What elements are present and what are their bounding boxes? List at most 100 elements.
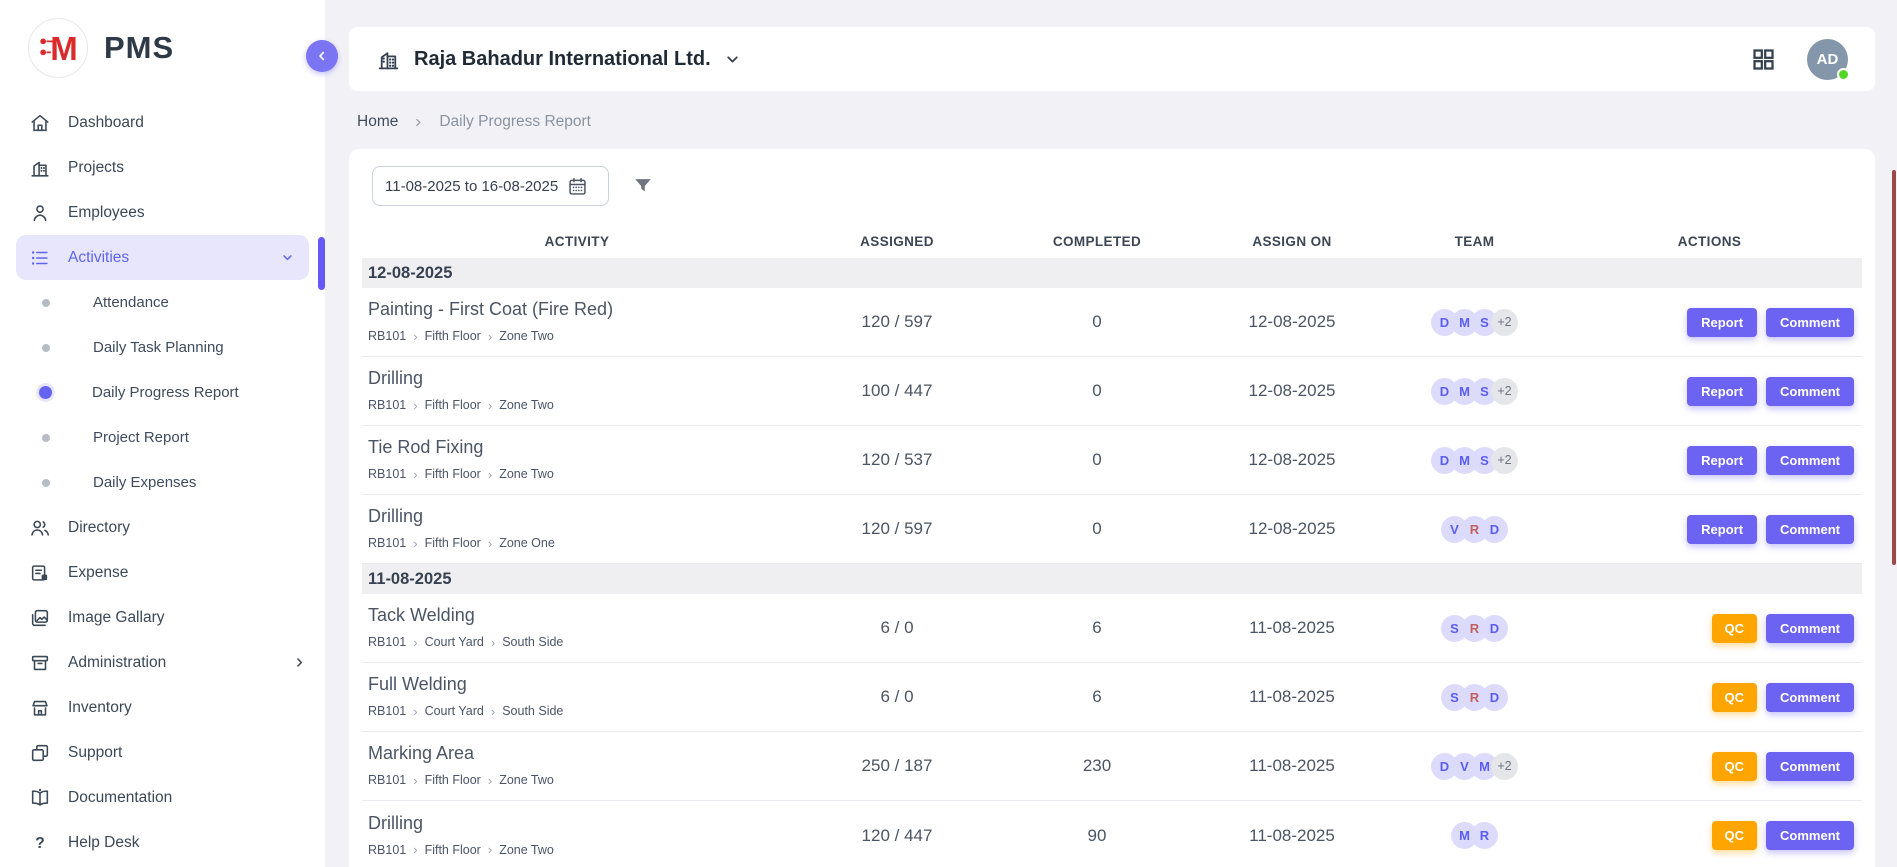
comment-button[interactable]: Comment (1766, 614, 1854, 643)
breadcrumb-home[interactable]: Home (357, 113, 398, 131)
sidebar-item-help-desk[interactable]: ? Help Desk (0, 820, 325, 865)
comment-button[interactable]: Comment (1766, 446, 1854, 475)
sidebar-item-label: Inventory (68, 699, 132, 717)
team-avatar: D (1481, 516, 1508, 543)
sidebar-subitem-daily-task-planning[interactable]: Daily Task Planning (0, 325, 325, 370)
chevron-left-icon (314, 48, 330, 64)
path-segment: Zone Two (499, 773, 554, 787)
calendar-icon[interactable] (567, 176, 588, 197)
sidebar-collapse-button[interactable] (306, 40, 338, 72)
sidebar-item-image-gallary[interactable]: Image Gallary (0, 595, 325, 640)
actions-cell: Report Comment (1557, 446, 1862, 475)
team-avatar: D (1481, 615, 1508, 642)
activity-location-path: RB101›Fifth Floor›Zone One (368, 536, 786, 550)
report-button[interactable]: Report (1687, 446, 1757, 475)
activity-location-path: RB101›Court Yard›South Side (368, 635, 786, 649)
chevron-right-icon: › (488, 774, 492, 787)
sidebar-item-label: Activities (68, 249, 129, 267)
chevron-right-icon: › (488, 399, 492, 412)
table-row: Painting - First Coat (Fire Red)RB101›Fi… (362, 288, 1862, 357)
sidebar-item-label: Projects (68, 159, 124, 177)
chevron-down-icon (280, 250, 295, 265)
activity-location-path: RB101›Fifth Floor›Zone Two (368, 773, 786, 787)
comment-button[interactable]: Comment (1766, 683, 1854, 712)
report-button[interactable]: Report (1687, 308, 1757, 337)
column-header-assigned: ASSIGNED (792, 234, 1002, 249)
company-selector[interactable]: Raja Bahadur International Ltd. (376, 47, 741, 72)
comment-button[interactable]: Comment (1766, 752, 1854, 781)
bullet-dot-icon (42, 344, 50, 352)
sidebar-item-dashboard[interactable]: Dashboard (0, 100, 325, 145)
assigned-value: 120 / 537 (792, 450, 1002, 470)
sidebar-item-support[interactable]: Support (0, 730, 325, 775)
completed-value: 0 (1002, 450, 1192, 470)
activity-cell: Marking AreaRB101›Fifth Floor›Zone Two (362, 733, 792, 799)
path-segment: Zone Two (499, 467, 554, 481)
sidebar-subitem-daily-expenses[interactable]: Daily Expenses (0, 460, 325, 505)
sidebar-subitem-daily-progress-report[interactable]: Daily Progress Report (0, 370, 325, 415)
brand-logo-icon: M (28, 18, 88, 78)
assign-on-value: 12-08-2025 (1192, 381, 1392, 401)
chevron-right-icon: › (488, 330, 492, 343)
qc-button[interactable]: QC (1712, 821, 1758, 850)
bullet-dot-icon (39, 386, 52, 399)
sidebar-item-label: Administration (68, 654, 166, 672)
apps-grid-icon[interactable] (1750, 46, 1777, 73)
sidebar-item-expense[interactable]: Expense (0, 550, 325, 595)
activity-location-path: RB101›Fifth Floor›Zone Two (368, 398, 786, 412)
path-segment: Fifth Floor (425, 329, 481, 343)
sidebar-subitem-project-report[interactable]: Project Report (0, 415, 325, 460)
activity-cell: Tack WeldingRB101›Court Yard›South Side (362, 595, 792, 661)
path-segment: Fifth Floor (425, 536, 481, 550)
team-extra-count[interactable]: +2 (1491, 447, 1518, 474)
table-row: DrillingRB101›Fifth Floor›Zone Two100 / … (362, 357, 1862, 426)
comment-button[interactable]: Comment (1766, 308, 1854, 337)
team-extra-count[interactable]: +2 (1491, 753, 1518, 780)
comment-button[interactable]: Comment (1766, 515, 1854, 544)
team-cell: MR (1392, 822, 1557, 849)
sidebar-item-employees[interactable]: Employees (0, 190, 325, 235)
sidebar-item-inventory[interactable]: Inventory (0, 685, 325, 730)
team-cell: DMS+2 (1392, 309, 1557, 336)
actions-cell: QC Comment (1557, 752, 1862, 781)
report-button[interactable]: Report (1687, 377, 1757, 406)
filter-icon[interactable] (632, 175, 654, 197)
activity-cell: DrillingRB101›Fifth Floor›Zone One (362, 496, 792, 562)
column-header-actions: ACTIONS (1557, 234, 1862, 249)
sidebar-subitem-attendance[interactable]: Attendance (0, 280, 325, 325)
completed-value: 6 (1002, 687, 1192, 707)
bullet-dot-icon (42, 299, 50, 307)
team-extra-count[interactable]: +2 (1491, 309, 1518, 336)
building-icon (29, 157, 51, 179)
qc-button[interactable]: QC (1712, 752, 1758, 781)
app-logo: M PMS (0, 0, 325, 92)
sidebar-item-projects[interactable]: Projects (0, 145, 325, 190)
path-segment: Fifth Floor (425, 467, 481, 481)
team-extra-count[interactable]: +2 (1491, 378, 1518, 405)
report-button[interactable]: Report (1687, 515, 1757, 544)
sidebar-subitem-label: Project Report (93, 429, 189, 446)
sidebar-item-label: Help Desk (68, 834, 140, 852)
sidebar-item-directory[interactable]: Directory (0, 505, 325, 550)
assign-on-value: 11-08-2025 (1192, 618, 1392, 638)
sidebar-item-administration[interactable]: Administration (0, 640, 325, 685)
qc-button[interactable]: QC (1712, 614, 1758, 643)
sidebar-item-activities[interactable]: Activities (16, 235, 309, 280)
breadcrumb-current: Daily Progress Report (439, 113, 591, 131)
sidebar-item-label: Support (68, 744, 122, 762)
chevron-right-icon: › (488, 468, 492, 481)
path-segment: RB101 (368, 843, 406, 857)
svg-text:?: ? (35, 835, 45, 852)
scrollbar-thumb[interactable] (1892, 170, 1896, 565)
comment-button[interactable]: Comment (1766, 377, 1854, 406)
user-initials: AD (1817, 51, 1839, 68)
user-avatar[interactable]: AD (1807, 39, 1848, 80)
date-range-input[interactable] (385, 178, 561, 195)
path-segment: Zone Two (499, 843, 554, 857)
comment-button[interactable]: Comment (1766, 821, 1854, 850)
column-header-team: TEAM (1392, 234, 1557, 249)
qc-button[interactable]: QC (1712, 683, 1758, 712)
assigned-value: 100 / 447 (792, 381, 1002, 401)
sidebar-item-documentation[interactable]: Documentation (0, 775, 325, 820)
chevron-right-icon: › (413, 330, 417, 343)
